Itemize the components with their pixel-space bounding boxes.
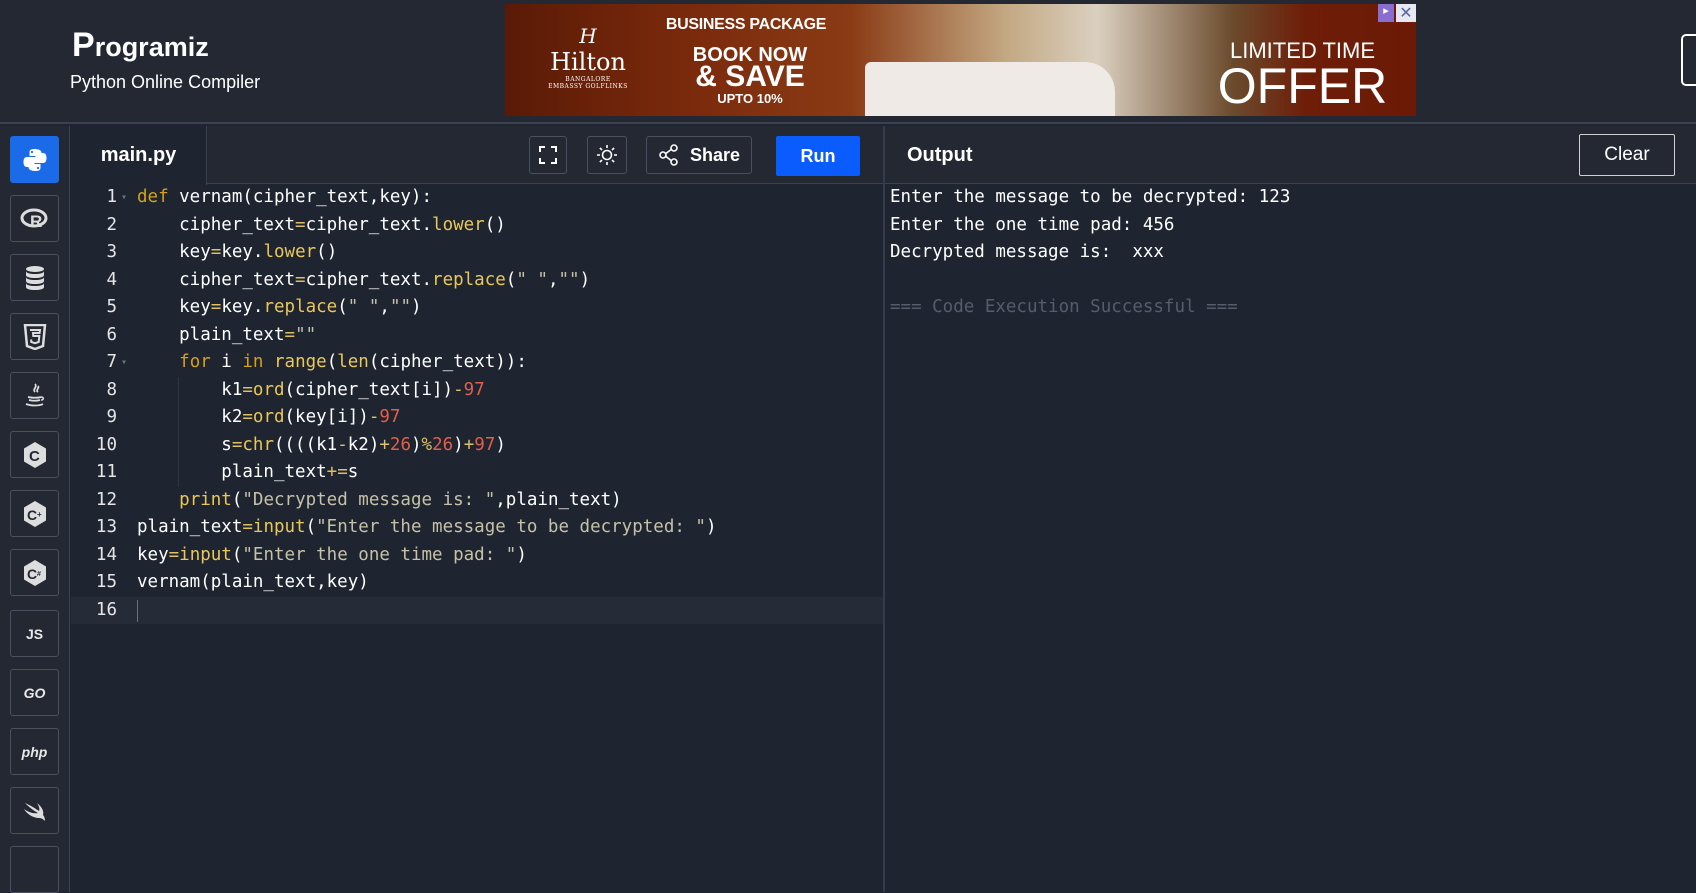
code-editor[interactable]: 1 ▾ def vernam(cipher_text,key): 2 cipher_… bbox=[71, 184, 884, 624]
code-line[interactable]: 12 print("Decrypted message is: ",plain_… bbox=[71, 487, 884, 515]
swift-icon[interactable] bbox=[10, 787, 59, 834]
ad-book-now: BOOK NOW & SAVE UPTO 10% bbox=[692, 44, 808, 106]
svg-text:R: R bbox=[30, 212, 42, 231]
js-icon[interactable]: JS bbox=[10, 610, 59, 657]
svg-text:+: + bbox=[37, 510, 42, 519]
code-line[interactable]: 7 ▾ for i in range(len(cipher_text)): bbox=[71, 349, 884, 377]
fold-arrow-icon[interactable]: ▾ bbox=[121, 184, 127, 212]
cpp-icon[interactable]: C + bbox=[10, 490, 59, 537]
page-subtitle: Python Online Compiler bbox=[70, 72, 261, 92]
code-line[interactable]: 14 key=input("Enter the one time pad: ") bbox=[71, 542, 884, 570]
php-icon[interactable]: php bbox=[10, 728, 59, 775]
output-line: Decrypted message is: xxx bbox=[890, 242, 1164, 262]
share-icon bbox=[659, 144, 678, 166]
code-line-current[interactable]: 16 bbox=[71, 596, 884, 624]
python-icon[interactable] bbox=[10, 136, 59, 183]
output-title: Output bbox=[907, 144, 973, 166]
html5-icon[interactable] bbox=[10, 313, 59, 360]
tab-main-py[interactable]: main.py bbox=[71, 126, 207, 185]
svg-text:C: C bbox=[27, 507, 37, 523]
ad-offer: OFFER bbox=[1217, 58, 1388, 114]
output-line: Enter the message to be decrypted: 123 bbox=[890, 187, 1291, 207]
header: Programiz Python Online Compiler H Hilto… bbox=[0, 0, 1696, 124]
run-button[interactable]: Run bbox=[776, 136, 860, 176]
code-line[interactable]: 13 plain_text=input("Enter the message to… bbox=[71, 514, 884, 542]
ad-bed-image bbox=[865, 62, 1115, 116]
fullscreen-icon[interactable] bbox=[529, 136, 567, 174]
language-sidebar: R C C + C # JS GO php bbox=[0, 126, 70, 893]
ad-package-text: BUSINESS PACKAGE bbox=[665, 16, 827, 33]
code-line[interactable]: 1 ▾ def vernam(cipher_text,key): bbox=[71, 184, 884, 212]
code-line[interactable]: 9 k2=ord(key[i])-97 bbox=[71, 404, 884, 432]
code-line[interactable]: 8 k1=ord(cipher_text[i])-97 bbox=[71, 376, 884, 404]
go-icon[interactable]: GO bbox=[10, 669, 59, 716]
csharp-icon[interactable]: C # bbox=[10, 549, 59, 596]
programiz-logo[interactable]: Programiz bbox=[72, 26, 209, 65]
java-icon[interactable] bbox=[10, 372, 59, 419]
more-language-icon[interactable] bbox=[10, 846, 59, 893]
close-icon[interactable]: ✕ bbox=[1396, 4, 1416, 22]
svg-text:C: C bbox=[29, 448, 40, 465]
code-line[interactable]: 10 s=chr((((k1-k2)+26)%26)+97) bbox=[71, 431, 884, 459]
text-cursor bbox=[137, 599, 138, 622]
editor-toolbar: main.py Share Run bbox=[71, 126, 884, 185]
header-button-partial[interactable] bbox=[1681, 34, 1696, 86]
code-line[interactable]: 4 cipher_text=cipher_text.replace(" ",""… bbox=[71, 267, 884, 295]
sun-icon[interactable] bbox=[587, 136, 627, 174]
output-console[interactable]: Enter the message to be decrypted: 123 E… bbox=[890, 184, 1290, 322]
code-line[interactable]: 15 vernam(plain_text,key) bbox=[71, 569, 884, 597]
code-line[interactable]: 6 plain_text="" bbox=[71, 322, 884, 350]
svg-text:C: C bbox=[27, 566, 37, 582]
fold-arrow-icon[interactable]: ▾ bbox=[121, 349, 127, 377]
code-line[interactable]: 3 key=key.lower() bbox=[71, 239, 884, 267]
share-button[interactable]: Share bbox=[646, 136, 752, 174]
code-line[interactable]: 5 key=key.replace(" ","") bbox=[71, 294, 884, 322]
editor-pane: main.py Share Run 1 ▾ def vernam(cipher_te… bbox=[71, 126, 884, 892]
hilton-logo: H Hilton BANGALORE EMBASSY GOLFLINKS bbox=[548, 24, 628, 90]
execution-status: === Code Execution Successful === bbox=[890, 297, 1238, 317]
output-toolbar: Output Clear bbox=[885, 126, 1696, 184]
database-icon[interactable] bbox=[10, 254, 59, 301]
code-line[interactable]: 2 cipher_text=cipher_text.lower() bbox=[71, 212, 884, 240]
output-line: Enter the one time pad: 456 bbox=[890, 214, 1175, 235]
svg-text:#: # bbox=[37, 571, 41, 578]
code-line[interactable]: 11 plain_text+=s bbox=[71, 459, 884, 487]
clear-button[interactable]: Clear bbox=[1579, 134, 1675, 176]
advertisement-banner[interactable]: H Hilton BANGALORE EMBASSY GOLFLINKS BUS… bbox=[505, 4, 1416, 116]
r-icon[interactable]: R bbox=[10, 195, 59, 242]
c-icon[interactable]: C bbox=[10, 431, 59, 478]
ad-choices-icon[interactable]: ▸ bbox=[1378, 4, 1394, 22]
output-pane: Output Clear Enter the message to be dec… bbox=[885, 126, 1696, 892]
